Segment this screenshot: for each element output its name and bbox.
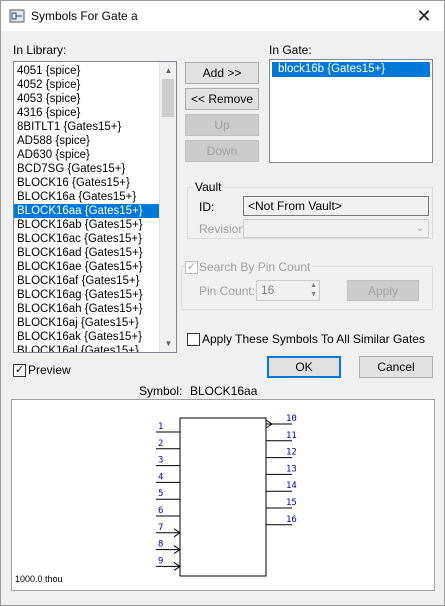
- pin-number: 8: [158, 540, 163, 550]
- preview-checkbox[interactable]: ✓: [13, 364, 26, 377]
- scroll-down-icon[interactable]: ▼: [160, 335, 176, 352]
- window-title: Symbols For Gate a: [31, 9, 138, 23]
- library-list-item[interactable]: BLOCK16af {Gates15+}: [14, 274, 160, 288]
- title-bar: Symbols For Gate a ✕: [1, 1, 444, 31]
- apply-all-checkbox[interactable]: [187, 333, 200, 346]
- library-list-item[interactable]: BLOCK16aj {Gates15+}: [14, 316, 160, 330]
- library-list-item[interactable]: AD588 {spice}: [14, 134, 160, 148]
- pin-number: 2: [158, 439, 163, 449]
- library-list-item[interactable]: BCD7SG {Gates15+}: [14, 162, 160, 176]
- revision-label: Revision:: [199, 222, 249, 236]
- pin-number: 5: [158, 489, 163, 499]
- in-gate-label: In Gate:: [269, 43, 312, 57]
- library-list-item[interactable]: BLOCK16ac {Gates15+}: [14, 232, 160, 246]
- in-gate-list[interactable]: block16b {Gates15+}: [269, 59, 433, 163]
- vault-group-label: Vault: [193, 180, 224, 194]
- library-list-item[interactable]: BLOCK16ah {Gates15+}: [14, 302, 160, 316]
- library-list-item[interactable]: BLOCK16ag {Gates15+}: [14, 288, 160, 302]
- vault-id-label: ID:: [199, 200, 215, 214]
- library-list-item[interactable]: 4316 {spice}: [14, 106, 160, 120]
- in-library-label: In Library:: [13, 43, 67, 57]
- pin-number: 13: [286, 464, 297, 474]
- cancel-button[interactable]: Cancel: [359, 356, 433, 378]
- preview-label: Preview: [28, 363, 71, 377]
- library-list-item[interactable]: BLOCK16ae {Gates15+}: [14, 260, 160, 274]
- scroll-up-icon[interactable]: ▲: [160, 62, 176, 79]
- library-list-item[interactable]: BLOCK16ak {Gates15+}: [14, 330, 160, 344]
- search-by-pin-count-checkbox[interactable]: ✓: [185, 261, 198, 274]
- search-by-pin-count-label: Search By Pin Count: [199, 260, 313, 274]
- library-list-item[interactable]: BLOCK16ab {Gates15+}: [14, 218, 160, 232]
- pin-number: 15: [286, 498, 297, 508]
- app-icon: [9, 9, 25, 23]
- library-list-item[interactable]: BLOCK16 {Gates15+}: [14, 176, 160, 190]
- scale-label: 1000.0 thou: [15, 574, 63, 584]
- library-list[interactable]: 4051 {spice} 4052 {spice} 4053 {spice} 4316…: [13, 61, 177, 353]
- spin-arrows-icon[interactable]: ▲ ▼: [310, 281, 317, 299]
- library-list-item[interactable]: 4051 {spice}: [14, 64, 160, 78]
- library-list-item[interactable]: BLOCK16al {Gates15+}: [14, 344, 160, 352]
- scroll-thumb[interactable]: [162, 79, 174, 117]
- library-list-item[interactable]: 4052 {spice}: [14, 78, 160, 92]
- pin-number: 12: [286, 448, 297, 458]
- revision-select[interactable]: ⌄: [243, 219, 429, 238]
- pin-number: 7: [158, 523, 163, 533]
- pin-count-label: Pin Count:: [199, 284, 256, 298]
- pin-number: 11: [286, 431, 297, 441]
- ok-button[interactable]: OK: [267, 356, 341, 378]
- chevron-down-icon: ⌄: [415, 223, 424, 234]
- pin-number: 4: [158, 472, 163, 482]
- pin-number: 14: [286, 481, 297, 491]
- library-list-item[interactable]: 4053 {spice}: [14, 92, 160, 106]
- symbol-drawing: 12345678910111213141516: [156, 414, 297, 577]
- dialog-window: Symbols For Gate a ✕ In Library: 4051 {s…: [0, 0, 445, 606]
- pin-number: 9: [158, 556, 163, 566]
- down-button[interactable]: Down: [185, 140, 259, 162]
- pin-count-value: 16: [261, 283, 275, 297]
- vault-id-field[interactable]: <Not From Vault>: [243, 196, 429, 216]
- up-button[interactable]: Up: [185, 114, 259, 136]
- symbol-label: Symbol:: [139, 384, 183, 398]
- library-list-item[interactable]: BLOCK16aa {Gates15+}: [14, 204, 160, 218]
- pin-number: 3: [158, 456, 163, 466]
- library-list-item[interactable]: 8BITLT1 {Gates15+}: [14, 120, 160, 134]
- library-list-item[interactable]: BLOCK16ad {Gates15+}: [14, 246, 160, 260]
- close-button[interactable]: ✕: [404, 1, 444, 31]
- pin-number: 10: [286, 414, 297, 424]
- library-list-item[interactable]: AD630 {spice}: [14, 148, 160, 162]
- remove-button[interactable]: << Remove: [185, 88, 259, 110]
- pin-number: 1: [158, 422, 163, 432]
- close-icon: ✕: [416, 5, 432, 26]
- pin-count-stepper[interactable]: 16 ▲ ▼: [256, 280, 320, 301]
- symbol-preview: 1 2 3 4 5 6 7 8 9 10 11 12 13 14 15 16: [11, 399, 435, 591]
- apply-all-label: Apply These Symbols To All Similar Gates: [202, 332, 425, 346]
- add-button[interactable]: Add >>: [185, 62, 259, 84]
- pin-number: 16: [286, 515, 297, 525]
- pin-number: 6: [158, 506, 163, 516]
- symbol-name: BLOCK16aa: [190, 384, 258, 398]
- apply-button[interactable]: Apply: [347, 280, 419, 301]
- symbol-body: [179, 417, 267, 577]
- in-gate-list-item[interactable]: block16b {Gates15+}: [272, 62, 430, 77]
- library-list-item[interactable]: BLOCK16a {Gates15+}: [14, 190, 160, 204]
- library-scrollbar[interactable]: ▲ ▼: [159, 62, 176, 352]
